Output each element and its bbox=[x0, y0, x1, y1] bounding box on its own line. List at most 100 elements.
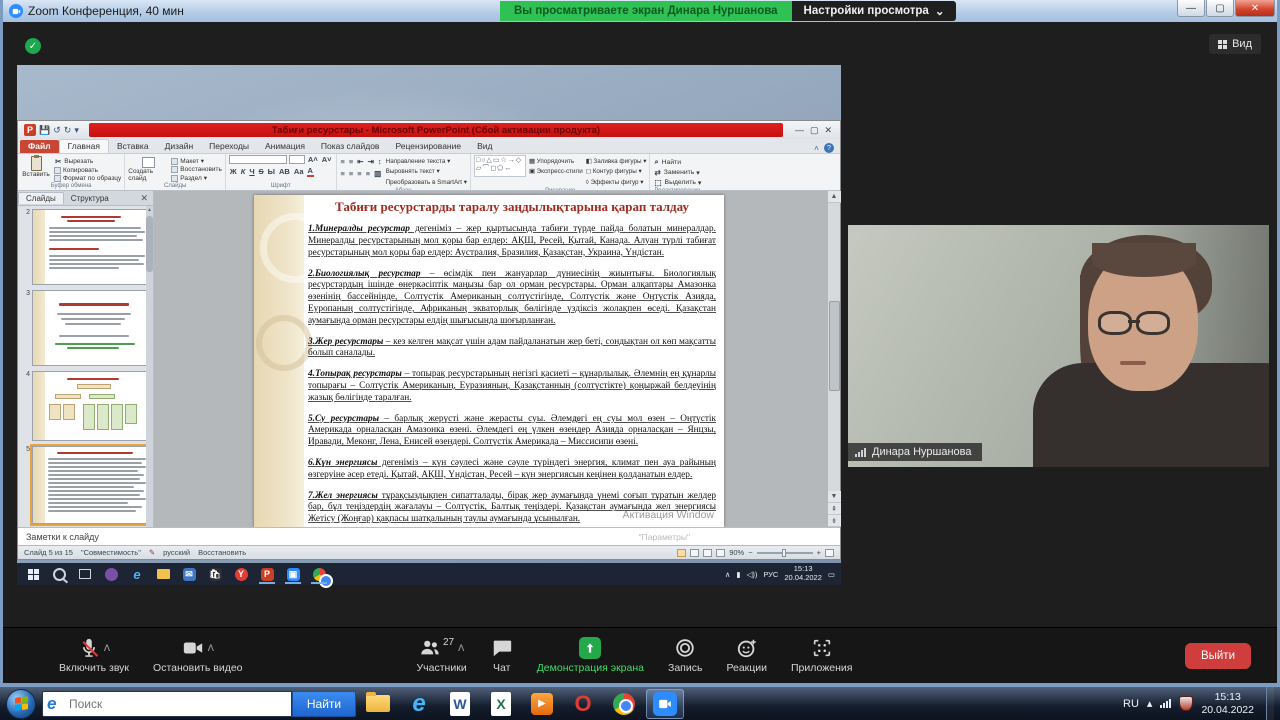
share-screen-button[interactable]: Демонстрация экрана bbox=[525, 628, 656, 683]
shape-effects-button[interactable]: ◊ Эффекты фигур ▾ bbox=[586, 178, 647, 187]
maximize-button[interactable]: ▢ bbox=[1206, 0, 1234, 17]
scrollbar-thumb[interactable] bbox=[829, 301, 840, 391]
spellcheck-icon[interactable]: ✎ bbox=[149, 548, 155, 557]
ppt-maximize-button[interactable]: ▢ bbox=[810, 125, 819, 136]
fit-to-window-icon[interactable] bbox=[825, 549, 834, 557]
char-spacing-icon[interactable]: АВ bbox=[278, 167, 291, 176]
taskbar-excel[interactable]: X bbox=[482, 689, 520, 719]
participant-video[interactable]: Динара Нуршанова bbox=[848, 225, 1269, 467]
powerpoint-titlebar[interactable]: P 💾 ↺ ↻ ▾ Табиғи ресурстары - Microsoft … bbox=[18, 121, 840, 139]
qat-dropdown-icon[interactable]: ▾ bbox=[74, 125, 79, 136]
help-icon[interactable]: ? bbox=[824, 143, 834, 153]
columns-icon[interactable]: ▥ bbox=[373, 169, 382, 178]
shrink-font-icon[interactable]: A˅ bbox=[321, 155, 333, 164]
tab-insert[interactable]: Вставка bbox=[109, 140, 157, 153]
grow-font-icon[interactable]: A˄ bbox=[307, 155, 319, 164]
reset-button[interactable]: Восстановить bbox=[171, 166, 222, 173]
indent-increase-icon[interactable]: ⇥ bbox=[367, 157, 375, 166]
change-case-icon[interactable]: Аа bbox=[293, 167, 305, 176]
arrange-button[interactable]: ▦ Упорядочить bbox=[529, 157, 583, 166]
tab-animations[interactable]: Анимация bbox=[257, 140, 313, 153]
taskbar-internet-explorer[interactable]: e bbox=[400, 689, 438, 719]
ppt-minimize-button[interactable]: — bbox=[795, 125, 804, 136]
slides-tab[interactable]: Слайды bbox=[18, 192, 64, 204]
participants-caret[interactable]: ᐱ bbox=[458, 643, 464, 654]
section-button[interactable]: Раздел ▾ bbox=[171, 174, 222, 182]
slideshow-icon[interactable] bbox=[716, 549, 725, 557]
outline-tab[interactable]: Структура bbox=[64, 193, 116, 204]
app-icon-powerpoint[interactable]: P bbox=[255, 564, 279, 584]
panel-close-icon[interactable]: ✕ bbox=[140, 193, 153, 204]
panel-scrollbar[interactable]: ▲ bbox=[146, 206, 153, 527]
shapes-gallery[interactable]: □○△▭☆→ ◇▱⌒◻⬠↔ bbox=[474, 155, 526, 177]
replace-button[interactable]: ⇄Заменить ▾ bbox=[653, 168, 701, 177]
scroll-down-icon[interactable]: ▼ bbox=[828, 491, 841, 503]
current-slide[interactable]: Табиғи ресурстарды таралу заңдылықтарына… bbox=[254, 195, 724, 527]
view-settings-button[interactable]: Настройки просмотра⌄ bbox=[792, 1, 957, 21]
shape-fill-button[interactable]: ◧ Заливка фигуры ▾ bbox=[586, 157, 647, 166]
tab-home[interactable]: Главная bbox=[59, 139, 109, 153]
tab-design[interactable]: Дизайн bbox=[157, 140, 202, 153]
zoom-in-icon[interactable]: + bbox=[817, 548, 821, 557]
paste-button[interactable]: Вставить bbox=[21, 155, 51, 178]
tray-expand-icon[interactable]: ▴ bbox=[1147, 697, 1153, 710]
zoom-slider[interactable] bbox=[757, 552, 813, 554]
close-button[interactable]: ✕ bbox=[1235, 0, 1275, 17]
taskbar-zoom[interactable] bbox=[646, 689, 684, 719]
language-label[interactable]: русский bbox=[163, 548, 190, 557]
tab-file[interactable]: Файл bbox=[20, 140, 59, 153]
start-orb[interactable] bbox=[6, 689, 36, 719]
shadow-icon[interactable]: Ы bbox=[267, 167, 276, 176]
start-button[interactable] bbox=[21, 564, 45, 584]
app-icon-yandex[interactable]: Y bbox=[229, 564, 253, 584]
slide-thumbnail[interactable] bbox=[32, 290, 151, 366]
quick-access-toolbar[interactable]: P 💾 ↺ ↻ ▾ bbox=[18, 124, 85, 136]
layout-button[interactable]: Макет ▾ bbox=[171, 157, 222, 165]
tab-view[interactable]: Вид bbox=[469, 140, 500, 153]
taskbar-word[interactable]: W bbox=[441, 689, 479, 719]
notes-pane[interactable]: Заметки к слайду "Параметры" bbox=[18, 527, 840, 545]
restore-label[interactable]: Восстановить bbox=[198, 548, 246, 557]
slide-thumbnail[interactable] bbox=[32, 209, 151, 285]
scroll-up-icon[interactable]: ▲ bbox=[828, 191, 841, 203]
view-layout-button[interactable]: Вид bbox=[1209, 34, 1261, 54]
ppt-close-button[interactable]: ✕ bbox=[824, 125, 832, 136]
copy-button[interactable]: Копировать bbox=[54, 167, 121, 174]
tab-transitions[interactable]: Переходы bbox=[201, 140, 257, 153]
bullets-icon[interactable]: ≡ bbox=[340, 157, 346, 166]
redo-icon[interactable]: ↻ bbox=[64, 125, 72, 136]
previous-slide-icon[interactable]: ⇞ bbox=[828, 503, 841, 515]
apps-button[interactable]: Приложения bbox=[779, 628, 864, 683]
app-icon-zoom[interactable]: ▣ bbox=[281, 564, 305, 584]
zoom-out-icon[interactable]: − bbox=[748, 548, 752, 557]
participants-button[interactable]: 27 ᐱ Участники bbox=[405, 628, 479, 683]
tray-expand-icon[interactable]: ∧ bbox=[725, 570, 731, 579]
taskbar-search[interactable]: e Найти bbox=[42, 691, 356, 717]
strikethrough-icon[interactable]: S bbox=[258, 167, 265, 176]
align-left-icon[interactable]: ≡ bbox=[340, 169, 346, 178]
bold-icon[interactable]: Ж bbox=[229, 167, 238, 176]
find-button[interactable]: Найти bbox=[292, 691, 356, 717]
indent-decrease-icon[interactable]: ⇤ bbox=[356, 157, 364, 166]
shared-language-indicator[interactable]: РУС bbox=[763, 570, 778, 579]
align-right-icon[interactable]: ≡ bbox=[356, 169, 362, 178]
normal-view-icon[interactable] bbox=[677, 549, 686, 557]
taskbar-media-player[interactable]: ▶ bbox=[523, 689, 561, 719]
app-icon-mail[interactable]: ✉ bbox=[177, 564, 201, 584]
tab-slideshow[interactable]: Показ слайдов bbox=[313, 140, 388, 153]
select-button[interactable]: ⬚Выделить ▾ bbox=[653, 178, 701, 187]
host-clock[interactable]: 15:1320.04.2022 bbox=[1201, 691, 1254, 716]
quick-styles-button[interactable]: ▣ Экспресс-стили bbox=[529, 167, 583, 176]
app-icon-edge[interactable]: e bbox=[125, 564, 149, 584]
smartart-button[interactable]: Преобразовать в SmartArt ▾ bbox=[386, 178, 467, 187]
font-color-icon[interactable]: А bbox=[307, 166, 314, 177]
antivirus-shield-icon[interactable] bbox=[1179, 696, 1193, 711]
stop-video-button[interactable]: ᐱ Остановить видео bbox=[141, 628, 254, 683]
format-painter-button[interactable]: Формат по образцу bbox=[54, 175, 121, 182]
app-icon-chrome[interactable] bbox=[307, 564, 331, 584]
font-size-box[interactable] bbox=[289, 155, 305, 164]
tab-review[interactable]: Рецензирование bbox=[387, 140, 469, 153]
find-button[interactable]: ⌕Найти bbox=[653, 157, 701, 167]
app-icon-people[interactable] bbox=[99, 564, 123, 584]
slide-sorter-icon[interactable] bbox=[690, 549, 699, 557]
